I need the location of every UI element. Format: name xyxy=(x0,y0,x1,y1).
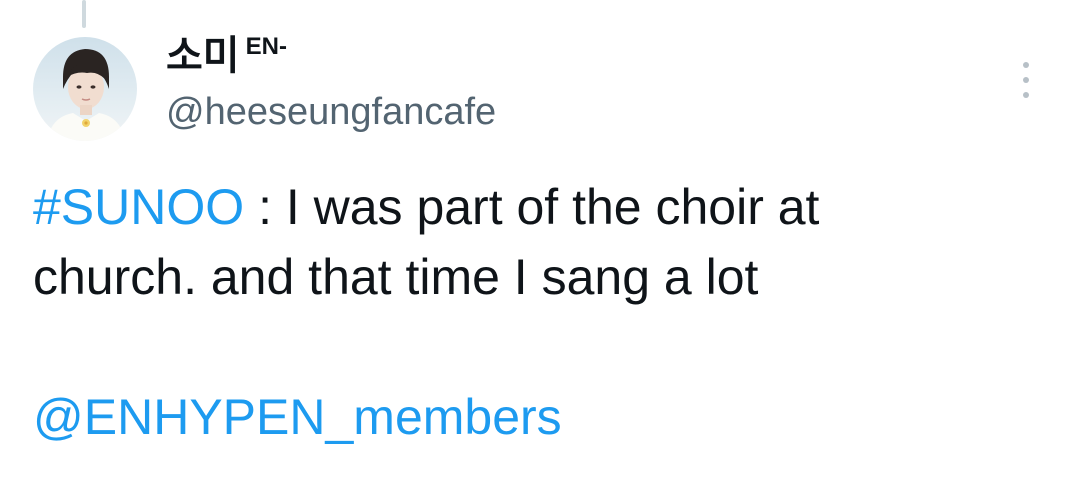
vertical-ellipsis-dot xyxy=(1023,92,1029,98)
tweet-line-2: church. and that time I sang a lot xyxy=(33,249,759,305)
user-handle[interactable]: @heeseungfancafe xyxy=(166,90,496,134)
tweet-header: 소미 EN- @heeseungfancafe xyxy=(166,32,496,134)
profile-photo-icon xyxy=(47,49,125,141)
tweet-line-1: #SUNOO : I was part of the choir at xyxy=(33,172,1033,242)
display-name[interactable]: 소미 EN- xyxy=(166,32,496,80)
vertical-ellipsis-icon xyxy=(1023,62,1029,68)
more-options-button[interactable] xyxy=(1012,60,1040,100)
tweet-body: #SUNOO : I was part of the choir at chur… xyxy=(33,172,1033,312)
hashtag-link[interactable]: #SUNOO xyxy=(33,179,244,235)
display-name-suffix: EN- xyxy=(245,33,287,60)
mention-line: @ENHYPEN_members xyxy=(33,382,562,452)
mention-link[interactable]: @ENHYPEN_members xyxy=(33,389,562,445)
display-name-text: 소미 xyxy=(166,34,240,78)
tweet-text-part-1: : I was part of the choir at xyxy=(244,179,820,235)
avatar[interactable] xyxy=(33,37,137,141)
vertical-ellipsis-dot xyxy=(1023,77,1029,83)
thread-connector-line xyxy=(82,0,86,28)
